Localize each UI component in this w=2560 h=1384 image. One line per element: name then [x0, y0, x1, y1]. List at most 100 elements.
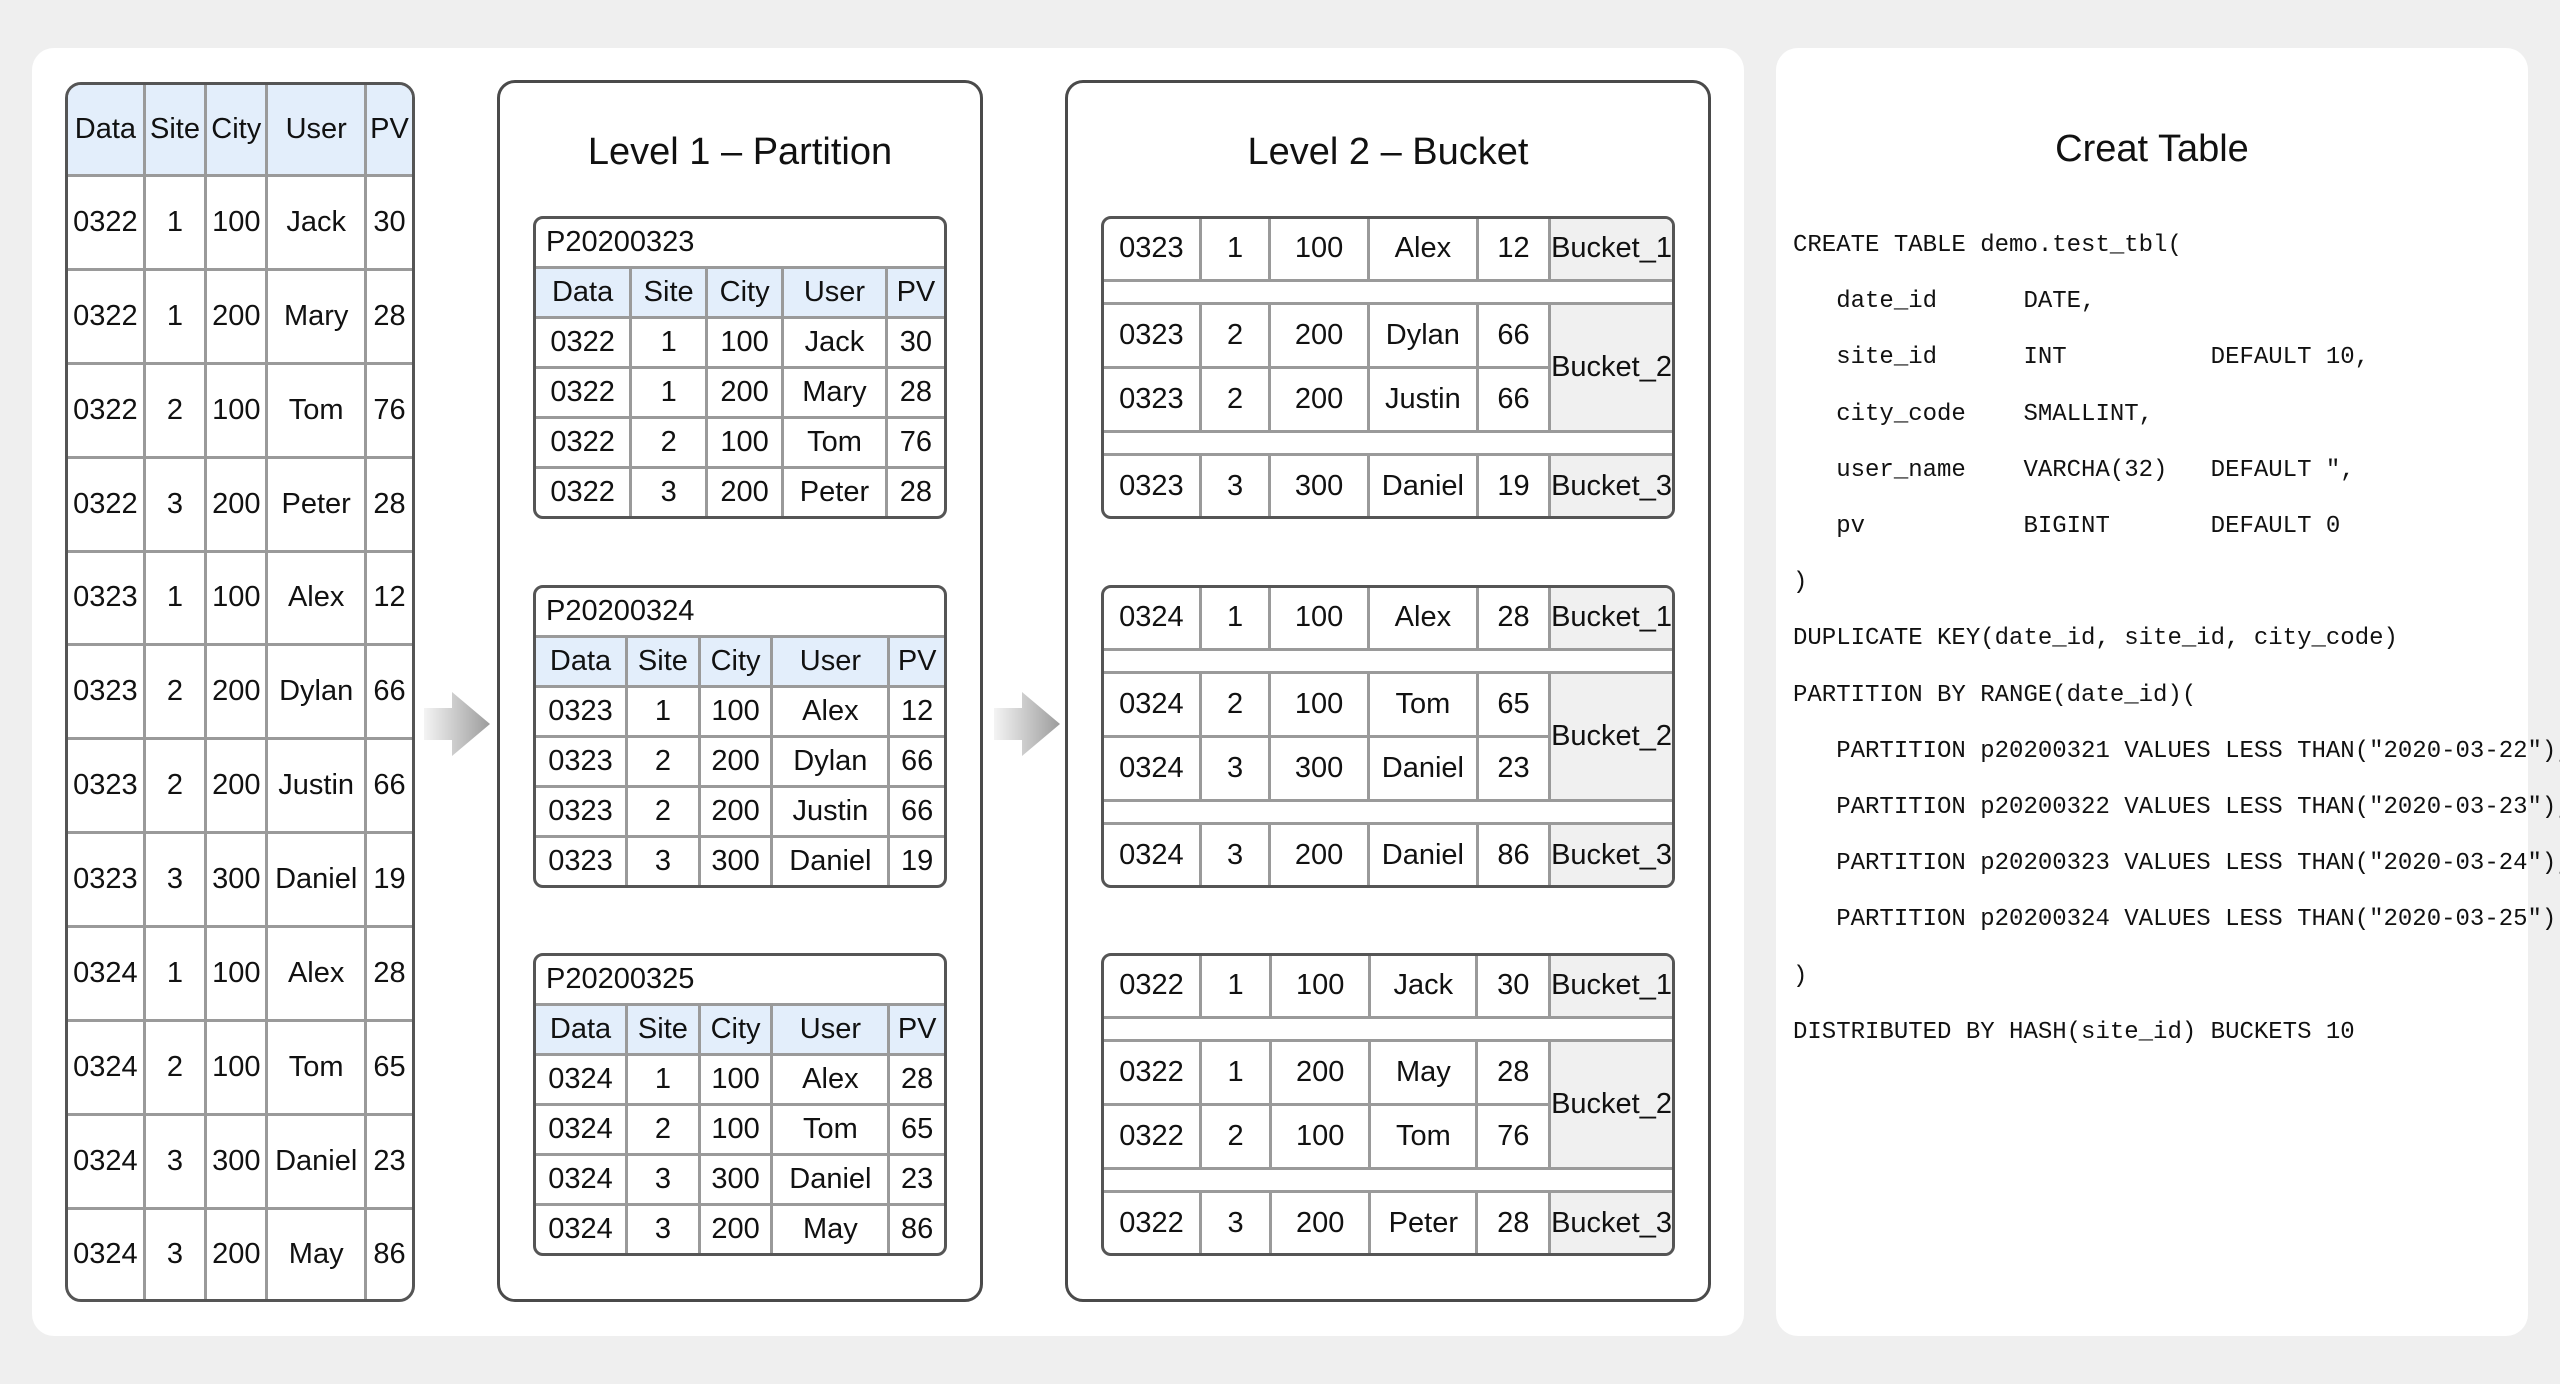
- cell-user: Alex: [265, 925, 367, 1023]
- cell-user: Justin: [1366, 365, 1479, 434]
- cell-pv: 65: [1475, 670, 1552, 738]
- table-row: 0324 3 300 Daniel 23: [536, 1153, 944, 1207]
- column-header-site: Site: [625, 1002, 701, 1057]
- sql-line: CREATE TABLE demo.test_tbl(: [1793, 232, 2182, 259]
- table-row: 0324 3 300 Daniel 23: [68, 1113, 412, 1211]
- sql-line: user_name VARCHA(32) DEFAULT ",: [1793, 456, 2355, 484]
- partition-grid: P20200325 Data Site City User PV 0324 1 100 Alex 2…: [536, 956, 944, 1253]
- table-row: 0322 3 200 Peter 28 Bucket_3: [1104, 1190, 1672, 1253]
- cell-user: Dylan: [770, 735, 891, 789]
- cell-pv: 30: [1475, 956, 1552, 1019]
- source-table: Data Site City User PV 0322 1 100 Jack 30 0322 1 200…: [65, 82, 415, 1302]
- cell-date: 0322: [536, 366, 633, 420]
- column-header-pv: PV: [884, 265, 944, 320]
- cell-pv: 28: [884, 466, 944, 516]
- table-row: 0322 1 200 Mary 28: [68, 267, 412, 365]
- cell-site: 1: [1199, 956, 1273, 1019]
- cell-user: Daniel: [265, 831, 367, 929]
- partition-name-row: P20200324: [536, 588, 944, 638]
- cell-date: 0322: [68, 455, 146, 553]
- cell-site: 1: [1198, 219, 1272, 282]
- cell-city: 100: [1269, 1102, 1372, 1171]
- table-row: 0324 2 100 Tom 65: [536, 1103, 944, 1157]
- table-row: 0323 3 300 Daniel 19: [68, 831, 412, 929]
- cell-site: 2: [142, 1019, 208, 1117]
- cell-user: Daniel: [770, 835, 891, 885]
- cell-pv: 76: [363, 361, 412, 459]
- cell-date: 0322: [536, 466, 633, 516]
- bucket-label: Bucket_1: [1548, 956, 1672, 1019]
- cell-date: 0322: [1104, 1038, 1203, 1106]
- cell-pv: 28: [363, 267, 412, 365]
- sql-line: ): [1793, 569, 1808, 597]
- cell-city: 100: [705, 416, 785, 470]
- cell-site: 2: [142, 643, 208, 741]
- cell-pv: 30: [884, 316, 944, 370]
- partition-grid: P20200324 Data Site City User PV 0323 1 100 Alex 1…: [536, 588, 944, 885]
- cell-user: Justin: [265, 737, 367, 835]
- bucket-grid: 0322 1 100 Jack 30 Bucket_1 0322 1 200 May 28 Bucke…: [1104, 956, 1672, 1253]
- cell-user: Peter: [265, 455, 367, 553]
- cell-site: 1: [625, 685, 701, 739]
- cell-city: 100: [1268, 219, 1370, 282]
- cell-user: Peter: [781, 466, 888, 516]
- cell-site: 3: [625, 1153, 701, 1207]
- sql-panel-title: Creat Table: [2055, 128, 2249, 170]
- bucket-group: 0322 1 100 Jack 30 Bucket_1 0322 1 200 May 28 Bucke…: [1101, 953, 1675, 1256]
- cell-site: 2: [1198, 301, 1272, 369]
- cell-site: 1: [629, 316, 709, 370]
- cell-user: Tom: [781, 416, 888, 470]
- bucket-grid: 0323 1 100 Alex 12 Bucket_1 0323 2 200 Dylan 66 Buc…: [1104, 219, 1672, 516]
- cell-site: 2: [142, 361, 208, 459]
- cell-pv: 12: [363, 549, 412, 647]
- table-row: 0323 2 200 Justin 66: [68, 737, 412, 835]
- cell-user: Jack: [265, 173, 367, 271]
- partition-name-row: P20200323: [536, 219, 944, 269]
- sql-line: pv BIGINT DEFAULT 0: [1793, 513, 2341, 541]
- cell-date: 0323: [1104, 219, 1202, 282]
- cell-pv: 28: [1475, 1038, 1552, 1106]
- cell-date: 0322: [536, 316, 633, 370]
- cell-city: 100: [1268, 670, 1370, 738]
- sql-line: site_id INT DEFAULT 10,: [1793, 344, 2370, 372]
- bucket-grid: 0324 1 100 Alex 28 Bucket_1 0324 2 100 Tom 65 Bucke…: [1104, 588, 1672, 885]
- bucket-label: Bucket_1: [1548, 588, 1672, 651]
- bucket-label: Bucket_2: [1548, 1038, 1672, 1171]
- cell-pv: 23: [363, 1113, 412, 1211]
- cell-site: 3: [629, 466, 709, 516]
- cell-user: Daniel: [1366, 734, 1479, 803]
- cell-site: 2: [1199, 1102, 1273, 1171]
- cell-user: Daniel: [1366, 822, 1479, 885]
- table-row: 0324 3 200 May 86: [536, 1203, 944, 1253]
- bucket-panel-title: Level 2 – Bucket: [1247, 131, 1529, 173]
- cell-pv: 65: [363, 1019, 412, 1117]
- cell-pv: 19: [887, 835, 944, 885]
- cell-pv: 76: [884, 416, 944, 470]
- cell-date: 0322: [68, 267, 146, 365]
- cell-date: 0324: [536, 1203, 629, 1253]
- bucket-group: 0324 1 100 Alex 28 Bucket_1 0324 2 100 Tom 65 Bucke…: [1101, 585, 1675, 888]
- sql-code-block: CREATE TABLE demo.test_tbl( date_id DATE…: [1793, 218, 2560, 1061]
- cell-date: 0322: [1104, 956, 1203, 1019]
- cell-city: 100: [697, 1053, 774, 1107]
- sql-line: PARTITION p20200323 VALUES LESS THAN("20…: [1793, 850, 2560, 878]
- cell-pv: 66: [363, 737, 412, 835]
- column-header-date: Data: [68, 85, 146, 177]
- table-row: 0322 1 200 May 28 Bucket_2: [1104, 1038, 1672, 1171]
- cell-site: 3: [1198, 734, 1272, 803]
- cell-pv: 12: [1475, 219, 1552, 282]
- cell-date: 0323: [68, 737, 146, 835]
- cell-user: Tom: [1366, 670, 1479, 738]
- cell-user: Tom: [770, 1103, 891, 1157]
- cell-user: May: [770, 1203, 891, 1253]
- cell-city: 200: [1268, 365, 1370, 434]
- cell-city: 200: [204, 267, 269, 365]
- cell-pv: 66: [363, 643, 412, 741]
- partition-grid: P20200323 Data Site City User PV 0322 1 100 Jack 3…: [536, 219, 944, 516]
- cell-city: 100: [1269, 956, 1372, 1019]
- sql-line: PARTITION BY RANGE(date_id)(: [1793, 681, 2197, 709]
- bucket-separator: [1104, 799, 1672, 826]
- cell-city: 200: [697, 785, 774, 839]
- column-header-user: User: [781, 265, 888, 320]
- bucket-separator: [1104, 647, 1672, 674]
